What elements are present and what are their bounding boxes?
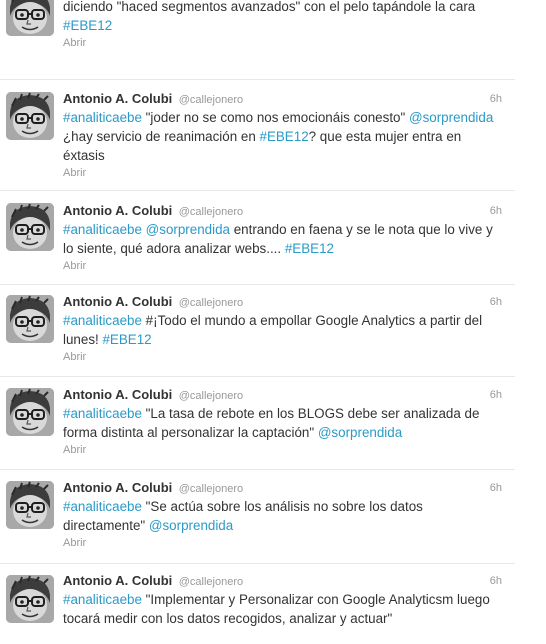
tweet[interactable]: Antonio A. Colubi @callejonero 6h #analiti…: [0, 191, 515, 285]
tweet-text: #analiticaebe "Se actúa sobre los anális…: [63, 497, 502, 535]
tweet-text: #analiticaebe "joder no se como nos emoc…: [63, 108, 502, 165]
tweet-header: Antonio A. Colubi @callejonero 6h: [63, 386, 502, 404]
open-tweet-link[interactable]: Abrir: [63, 165, 502, 181]
open-tweet-link[interactable]: Abrir: [63, 535, 502, 551]
tweet[interactable]: Antonio A. Colubi @callejonero 6h #analiti…: [0, 80, 515, 191]
tweet-text: #analiticaebe "Implementar y Personaliza…: [63, 590, 502, 628]
author-username[interactable]: @callejonero: [179, 483, 243, 495]
author-fullname[interactable]: Antonio A. Colubi: [63, 203, 172, 218]
text-fragment: "joder no se como nos emocionáis conesto…: [141, 110, 409, 125]
tweet-body: #analiticaebe "Implementar y Personaliza…: [63, 590, 502, 628]
tweet-text: #analiticaebe El mejor disfraz de Hallow…: [63, 0, 502, 35]
author-username[interactable]: @callejonero: [179, 576, 243, 588]
author-username[interactable]: @callejonero: [179, 206, 243, 218]
tweet-timestamp[interactable]: 6h: [490, 386, 502, 404]
tweet-text: #analiticaebe "La tasa de rebote en los …: [63, 404, 502, 442]
author-fullname[interactable]: Antonio A. Colubi: [63, 387, 172, 402]
tweet-text: #analiticaebe @sorprendida entrando en f…: [63, 220, 502, 258]
open-tweet-link[interactable]: Abrir: [63, 258, 502, 274]
tweet[interactable]: Antonio A. Colubi @callejonero 6h #analiti…: [0, 377, 515, 470]
tweet[interactable]: Antonio A. Colubi @callejonero 6h #analiti…: [0, 470, 515, 564]
hashtag-link[interactable]: #EBE12: [63, 18, 112, 33]
avatar-icon[interactable]: [6, 0, 54, 36]
avatar-icon[interactable]: [6, 92, 54, 140]
mention-link[interactable]: @sorprendida: [318, 425, 402, 440]
tweet-header: Antonio A. Colubi @callejonero 6h: [63, 202, 502, 220]
tweet-body: #analiticaebe El mejor disfraz de Hallow…: [63, 0, 502, 51]
tweet-timestamp[interactable]: 6h: [490, 90, 502, 108]
avatar-icon[interactable]: [6, 481, 54, 529]
hashtag-link[interactable]: #analiticaebe: [63, 499, 142, 514]
open-tweet-link[interactable]: Abrir: [63, 442, 502, 458]
tweet[interactable]: Antonio A. Colubi @callejonero 6h #analiti…: [0, 564, 515, 644]
avatar-icon[interactable]: [6, 575, 54, 623]
avatar-icon[interactable]: [6, 295, 54, 343]
tweet-body: #analiticaebe @sorprendida entrando en f…: [63, 220, 502, 274]
tweet-body: #analiticaebe "joder no se como nos emoc…: [63, 108, 502, 181]
tweet-timestamp[interactable]: 6h: [490, 572, 502, 590]
text-fragment: ¿hay servicio de reanimación en: [63, 129, 260, 144]
tweet-timestamp[interactable]: 6h: [490, 293, 502, 311]
text-fragment: diciendo "haced segmentos avanzados" con…: [63, 0, 476, 14]
tweet-body: #analiticaebe #¡Todo el mundo a empollar…: [63, 311, 502, 365]
hashtag-link[interactable]: #analiticaebe: [63, 406, 142, 421]
tweet-body: #analiticaebe "Se actúa sobre los anális…: [63, 497, 502, 551]
avatar-icon[interactable]: [6, 203, 54, 251]
tweet-text: #analiticaebe #¡Todo el mundo a empollar…: [63, 311, 502, 349]
open-tweet-link[interactable]: Abrir: [63, 349, 502, 365]
author-fullname[interactable]: Antonio A. Colubi: [63, 573, 172, 588]
tweet-header: Antonio A. Colubi @callejonero 6h: [63, 90, 502, 108]
author-fullname[interactable]: Antonio A. Colubi: [63, 294, 172, 309]
hashtag-link[interactable]: #EBE12: [260, 129, 309, 144]
tweet-header: Antonio A. Colubi @callejonero 6h: [63, 293, 502, 311]
hashtag-link[interactable]: #analiticaebe: [63, 110, 142, 125]
tweet-timestamp[interactable]: 6h: [490, 479, 502, 497]
author-username[interactable]: @callejonero: [179, 94, 243, 106]
hashtag-link[interactable]: #analiticaebe: [63, 222, 142, 237]
author-fullname[interactable]: Antonio A. Colubi: [63, 91, 172, 106]
author-fullname[interactable]: Antonio A. Colubi: [63, 480, 172, 495]
hashtag-link[interactable]: #analiticaebe: [63, 313, 142, 328]
tweet-header: Antonio A. Colubi @callejonero 6h: [63, 479, 502, 497]
mention-link[interactable]: @sorprendida: [146, 222, 230, 237]
hashtag-link[interactable]: #EBE12: [285, 241, 334, 256]
mention-link[interactable]: @sorprendida: [149, 518, 233, 533]
tweet-timestamp[interactable]: 6h: [490, 202, 502, 220]
tweet-header: Antonio A. Colubi @callejonero 6h: [63, 572, 502, 590]
mention-link[interactable]: @sorprendida: [409, 110, 493, 125]
author-username[interactable]: @callejonero: [179, 297, 243, 309]
tweet[interactable]: #analiticaebe El mejor disfraz de Hallow…: [0, 0, 515, 80]
tweet[interactable]: Antonio A. Colubi @callejonero 6h #analiti…: [0, 285, 515, 377]
hashtag-link[interactable]: #EBE12: [102, 332, 151, 347]
tweet-body: #analiticaebe "La tasa de rebote en los …: [63, 404, 502, 458]
open-tweet-link[interactable]: Abrir: [63, 35, 502, 51]
avatar-icon[interactable]: [6, 388, 54, 436]
author-username[interactable]: @callejonero: [179, 390, 243, 402]
hashtag-link[interactable]: #analiticaebe: [63, 592, 142, 607]
